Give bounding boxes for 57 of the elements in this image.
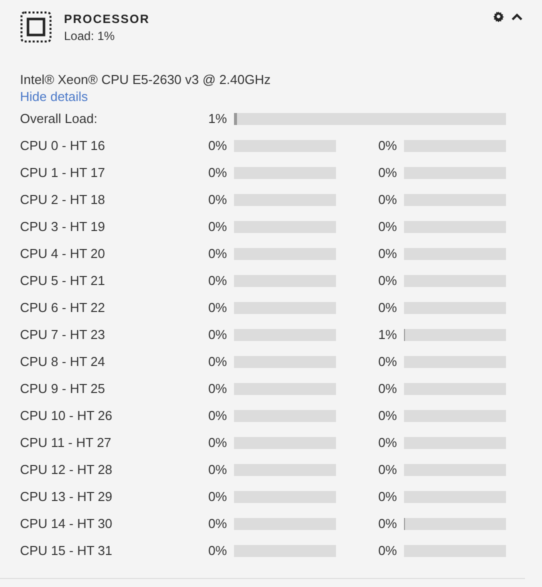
load-reading: 0%: [207, 462, 227, 477]
load-reading: 0%: [207, 138, 227, 153]
load-reading: 0%: [207, 327, 227, 342]
load-reading: 0%: [377, 516, 397, 531]
load-reading: 0%: [207, 273, 227, 288]
load-reading: 0%: [377, 408, 397, 423]
load-reading: 0%: [207, 516, 227, 531]
settings-icon[interactable]: [493, 11, 504, 22]
cpu-label: CPU 1 - HT 17: [20, 165, 106, 180]
load-reading: 0%: [377, 300, 397, 315]
load-summary: Load: 1%: [64, 29, 116, 43]
cpu-label: CPU 2 - HT 18: [20, 192, 106, 207]
load-reading: 0%: [377, 273, 397, 288]
load-reading: 0%: [207, 408, 227, 423]
panel-title: PROCESSOR: [64, 12, 150, 26]
load-reading: 1%: [377, 327, 397, 342]
chip-icon: [20, 11, 52, 43]
load-reading: 0%: [377, 543, 397, 558]
cpu-label: CPU 13 - HT 29: [20, 489, 114, 504]
load-reading: 0%: [207, 354, 227, 369]
load-reading: 0%: [207, 381, 227, 396]
cpu-label: CPU 15 - HT 31: [20, 543, 114, 558]
load-reading: 0%: [377, 381, 397, 396]
cpu-label: CPU 4 - HT 20: [20, 246, 106, 261]
load-reading: 0%: [377, 138, 397, 153]
load-reading: 0%: [207, 543, 227, 558]
load-reading: 0%: [207, 192, 227, 207]
load-reading: 0%: [207, 219, 227, 234]
load-reading: 0%: [377, 246, 397, 261]
load-reading: 0%: [207, 246, 227, 261]
cpu-label: CPU 0 - HT 16: [20, 138, 106, 153]
load-reading: 0%: [377, 354, 397, 369]
load-reading: 0%: [377, 219, 397, 234]
load-reading: 0%: [207, 300, 227, 315]
cpu-label: CPU 14 - HT 30: [20, 516, 114, 531]
cpu-label: CPU 9 - HT 25: [20, 381, 106, 396]
load-reading: 0%: [377, 462, 397, 477]
load-reading: 0%: [207, 435, 227, 450]
load-reading: 0%: [207, 489, 227, 504]
hide-details-link[interactable]: Hide details: [20, 88, 88, 105]
cpu-label: CPU 7 - HT 23: [20, 327, 106, 342]
cpu-label: CPU 8 - HT 24: [20, 354, 106, 369]
overall-load-label: Overall Load:: [20, 111, 98, 126]
cpu-label: CPU 10 - HT 26: [20, 408, 114, 423]
load-reading: 0%: [377, 489, 397, 504]
load-reading: 1%: [207, 111, 227, 126]
cpu-label: CPU 12 - HT 28: [20, 462, 114, 477]
cpu-label: CPU 6 - HT 22: [20, 300, 106, 315]
cpu-label: CPU 11 - HT 27: [20, 435, 112, 450]
collapse-icon[interactable]: [511, 12, 523, 20]
load-reading: 0%: [377, 435, 397, 450]
load-reading: 0%: [377, 192, 397, 207]
cpu-label: CPU 5 - HT 21: [20, 273, 106, 288]
load-reading: 0%: [377, 165, 397, 180]
cpu-label: CPU 3 - HT 19: [20, 219, 106, 234]
load-reading: 0%: [207, 165, 227, 180]
cpu-model: Intel® Xeon® CPU E5-2630 v3 @ 2.40GHz: [20, 71, 272, 88]
